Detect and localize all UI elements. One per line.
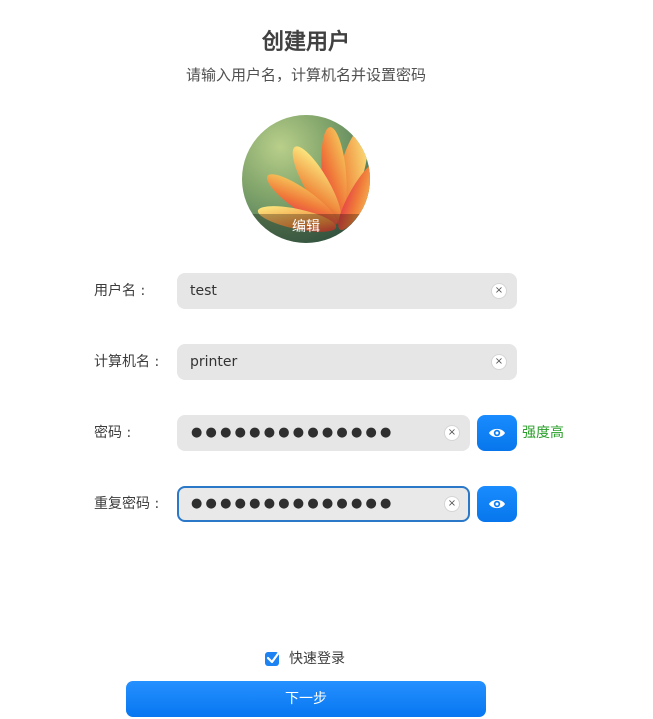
repeat-password-field[interactable]: ●●●●●●●●●●●●●● ×	[177, 486, 470, 522]
quick-login-checkbox[interactable]	[265, 649, 282, 666]
repeat-password-label: 重复密码 :	[94, 496, 160, 512]
username-value: test	[190, 283, 217, 299]
avatar[interactable]: 编辑	[242, 115, 370, 243]
password-show-button[interactable]	[477, 415, 517, 451]
repeat-password-show-button[interactable]	[477, 486, 517, 522]
page-subtitle: 请输入用户名，计算机名并设置密码	[185, 66, 426, 84]
next-button[interactable]: 下一步	[126, 681, 486, 717]
create-user-page: 创建用户 请输入用户名，计算机名并设置密码 编辑 用户名: test × 计算…	[0, 0, 653, 719]
eye-icon	[489, 428, 505, 438]
password-value: ●●●●●●●●●●●●●●	[191, 425, 395, 440]
repeat-password-clear-icon[interactable]: ×	[444, 496, 460, 512]
eye-icon	[489, 499, 505, 509]
password-clear-icon[interactable]: ×	[444, 425, 460, 441]
password-strength-text: 强度高	[522, 425, 564, 441]
avatar-edit-label[interactable]: 编辑	[242, 214, 370, 243]
hostname-label: 计算机名 :	[94, 354, 160, 370]
hostname-value: printer	[190, 354, 238, 370]
username-label: 用户名 :	[94, 283, 146, 299]
page-title: 创建用户	[261, 30, 350, 55]
checkmark-icon	[266, 649, 282, 663]
quick-login-label: 快速登录	[289, 651, 345, 667]
username-clear-icon[interactable]: ×	[491, 283, 507, 299]
password-label: 密码 :	[94, 425, 132, 441]
hostname-clear-icon[interactable]: ×	[491, 354, 507, 370]
password-field[interactable]: ●●●●●●●●●●●●●● ×	[177, 415, 470, 451]
quick-login-row[interactable]: 快速登录	[265, 648, 345, 668]
username-field[interactable]: test ×	[177, 273, 517, 309]
hostname-field[interactable]: printer ×	[177, 344, 517, 380]
repeat-password-value: ●●●●●●●●●●●●●●	[191, 496, 395, 511]
